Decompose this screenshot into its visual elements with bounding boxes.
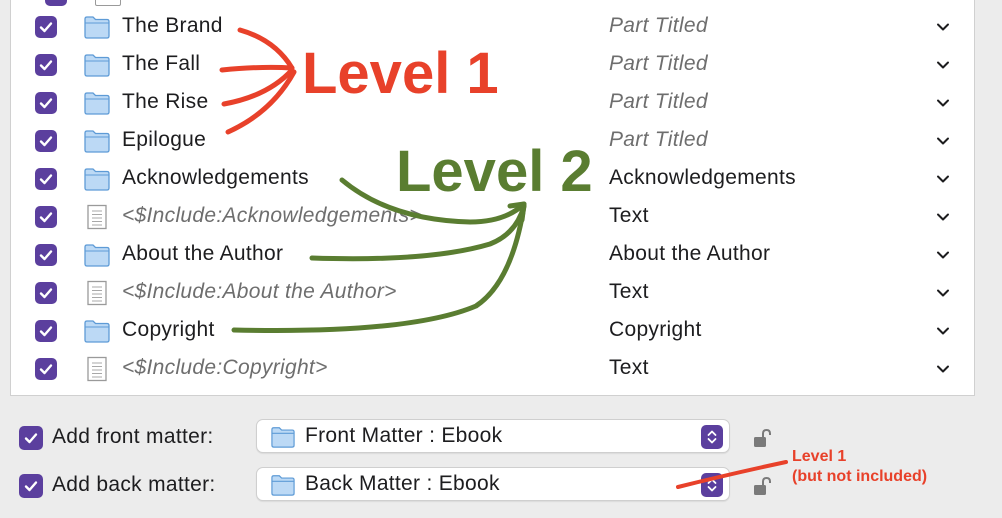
include-checkbox[interactable] [35,16,57,38]
annotation-note-line2: (but not included) [792,468,928,485]
checkmark-icon [39,212,53,223]
front-matter-checkbox[interactable] [19,426,43,450]
checkbox-partial[interactable] [45,0,67,6]
item-title: <$Include:About the Author> [122,280,397,303]
chevron-down-icon[interactable] [935,361,951,377]
folder-icon [84,16,110,39]
chevron-down-icon[interactable] [935,57,951,73]
document-icon [87,204,107,230]
popup-stepper-icon[interactable] [701,425,723,449]
include-checkbox[interactable] [35,282,57,304]
include-checkbox[interactable] [35,92,57,114]
chevron-down-icon[interactable] [935,171,951,187]
checkmark-icon [39,22,53,33]
section-type[interactable]: About the Author [609,242,770,266]
section-type[interactable]: Text [609,204,649,228]
annotation-level1-note: Level 1 (but not included) [792,447,927,487]
section-type[interactable]: Part Titled [609,52,708,76]
checkmark-icon [39,250,53,261]
section-type[interactable]: Acknowledgements [609,166,796,190]
item-title: Acknowledgements [122,166,309,189]
section-type[interactable]: Part Titled [609,128,708,152]
document-icon [87,356,107,382]
include-checkbox[interactable] [35,320,57,342]
checkmark-icon [39,364,53,375]
chevron-down-icon[interactable] [935,133,951,149]
list-item[interactable]: Copyright Copyright [11,313,974,351]
folder-icon [271,475,295,496]
document-icon-partial [95,0,121,6]
back-matter-label: Add back matter: [52,473,216,496]
unlocked-lock-icon[interactable] [752,476,774,496]
chevron-down-icon[interactable] [935,19,951,35]
section-type[interactable]: Copyright [609,318,702,342]
popup-stepper-icon[interactable] [701,473,723,497]
document-icon [87,280,107,306]
include-checkbox[interactable] [35,168,57,190]
checkmark-icon [24,481,38,492]
folder-icon [84,168,110,191]
section-type[interactable]: Text [609,356,649,380]
item-title: About the Author [122,242,284,265]
back-matter-checkbox[interactable] [19,474,43,498]
include-checkbox[interactable] [35,358,57,380]
item-title: <$Include:Acknowledgements> [122,204,422,227]
checkmark-icon [39,136,53,147]
folder-icon [84,92,110,115]
checkmark-icon [39,288,53,299]
list-item[interactable]: <$Include:Copyright> Text [11,351,974,389]
include-checkbox[interactable] [35,206,57,228]
checkmark-icon [24,433,38,444]
section-type[interactable]: Part Titled [609,14,708,38]
list-item[interactable]: About the Author About the Author [11,237,974,275]
folder-icon [84,320,110,343]
folder-icon [271,427,295,448]
checkmark-icon [39,60,53,71]
checkmark-icon [39,326,53,337]
folder-icon [84,130,110,153]
back-matter-value: Back Matter : Ebook [305,472,500,495]
item-title: Copyright [122,318,215,341]
chevron-down-icon[interactable] [935,95,951,111]
annotation-level1: Level 1 [302,41,499,106]
checkmark-icon [39,98,53,109]
include-checkbox[interactable] [35,54,57,76]
item-title: The Fall [122,52,201,75]
chevron-down-icon[interactable] [935,247,951,263]
item-title: The Rise [122,90,209,113]
unlocked-lock-icon[interactable] [752,428,774,448]
list-item[interactable]: <$Include:About the Author> Text [11,275,974,313]
chevron-down-icon[interactable] [935,323,951,339]
chevron-down-icon[interactable] [935,285,951,301]
folder-icon [84,54,110,77]
chevron-down-icon[interactable] [935,209,951,225]
item-title: Epilogue [122,128,207,151]
section-type[interactable]: Text [609,280,649,304]
annotation-note-line1: Level 1 [792,448,847,465]
folder-icon [84,244,110,267]
back-matter-popup[interactable]: Back Matter : Ebook [256,467,730,501]
front-matter-popup[interactable]: Front Matter : Ebook [256,419,730,453]
item-title: <$Include:Copyright> [122,356,328,379]
section-type[interactable]: Part Titled [609,90,708,114]
checkmark-icon [39,174,53,185]
item-title: The Brand [122,14,223,37]
annotation-level2: Level 2 [396,139,593,204]
include-checkbox[interactable] [35,244,57,266]
include-checkbox[interactable] [35,130,57,152]
front-matter-value: Front Matter : Ebook [305,424,503,447]
front-matter-label: Add front matter: [52,425,214,448]
